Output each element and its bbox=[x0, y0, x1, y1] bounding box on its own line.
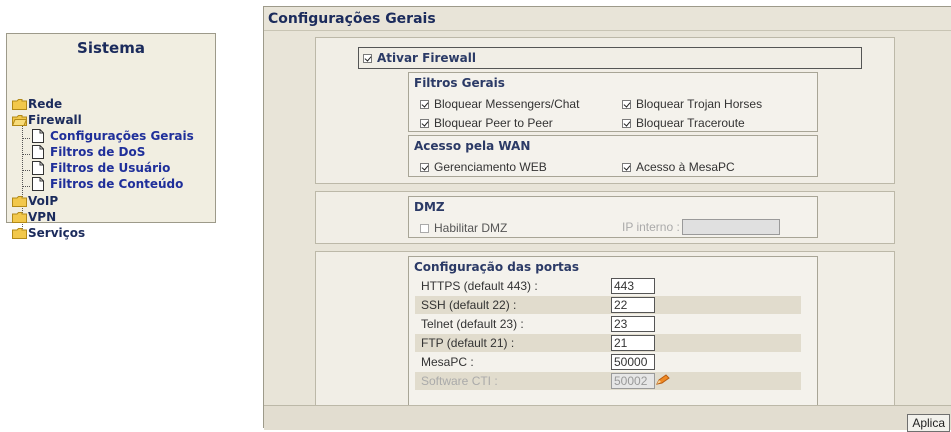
sidebar-item-label: VoIP bbox=[28, 194, 59, 208]
port-row-mesapc: MesaPC : bbox=[415, 353, 801, 371]
firewall-enable-box: Ativar Firewall bbox=[358, 47, 862, 69]
sidebar-item-label: Rede bbox=[28, 97, 63, 111]
sidebar-item-label: Filtros de Conteúdo bbox=[50, 177, 184, 191]
port-row-https: HTTPS (default 443) : bbox=[415, 277, 801, 295]
sidebar-item-configuracoes-gerais[interactable]: Configurações Gerais bbox=[32, 128, 194, 144]
sidebar: Sistema Rede Firewall Configurações Gera… bbox=[6, 33, 216, 240]
sidebar-item-label: Serviços bbox=[28, 226, 86, 240]
habilitar-dmz-checkbox[interactable] bbox=[420, 223, 429, 233]
ip-interno-field: IP interno : bbox=[622, 219, 780, 235]
ssh-port-input[interactable] bbox=[611, 297, 655, 313]
bloquear-p2p-option[interactable]: Bloquear Peer to Peer bbox=[420, 116, 553, 130]
port-label: MesaPC : bbox=[421, 355, 474, 369]
bloquear-messengers-checkbox[interactable] bbox=[420, 99, 429, 109]
enable-firewall-option[interactable]: Ativar Firewall bbox=[363, 51, 476, 65]
port-label: Telnet (default 23) : bbox=[421, 317, 524, 331]
bloquear-traceroute-checkbox[interactable] bbox=[622, 118, 631, 128]
ftp-port-input[interactable] bbox=[611, 335, 655, 351]
dmz-card: DMZ Habilitar DMZ IP interno : bbox=[315, 191, 895, 244]
bloquear-trojan-option[interactable]: Bloquear Trojan Horses bbox=[622, 97, 762, 111]
mesapc-port-input[interactable] bbox=[611, 354, 655, 370]
sidebar-item-firewall[interactable]: Firewall bbox=[12, 112, 82, 128]
port-label: HTTPS (default 443) : bbox=[421, 279, 538, 293]
apply-button[interactable]: Aplica bbox=[907, 414, 950, 432]
firewall-card: Ativar Firewall Filtros Gerais Bloquear … bbox=[315, 37, 895, 184]
port-row-ftp: FTP (default 21) : bbox=[415, 334, 801, 352]
acesso-mesapc-checkbox[interactable] bbox=[622, 162, 631, 172]
tree-branch bbox=[22, 170, 30, 171]
page-icon bbox=[32, 129, 44, 143]
option-label: Habilitar DMZ bbox=[434, 221, 508, 235]
habilitar-dmz-option[interactable]: Habilitar DMZ bbox=[420, 221, 507, 235]
option-label: Acesso à MesaPC bbox=[636, 160, 735, 174]
port-label: FTP (default 21) : bbox=[421, 336, 515, 350]
title-divider bbox=[264, 30, 951, 31]
sidebar-item-label: Configurações Gerais bbox=[50, 129, 194, 143]
sidebar-item-filtros-dos[interactable]: Filtros de DoS bbox=[32, 144, 145, 160]
page-icon bbox=[32, 177, 44, 191]
option-label: Bloquear Messengers/Chat bbox=[434, 97, 580, 111]
software-cti-port-input[interactable] bbox=[611, 373, 655, 389]
sidebar-item-label: VPN bbox=[28, 210, 57, 224]
bottom-bar: Aplica bbox=[264, 405, 951, 432]
folder-open-icon bbox=[12, 114, 27, 126]
page-icon bbox=[32, 161, 44, 175]
option-label: Bloquear Traceroute bbox=[636, 116, 745, 130]
bloquear-trojan-checkbox[interactable] bbox=[622, 99, 631, 109]
ip-interno-input[interactable] bbox=[681, 219, 780, 235]
folder-icon bbox=[12, 195, 27, 207]
ports-card: Configuração das portas HTTPS (default 4… bbox=[315, 251, 895, 412]
bloquear-p2p-checkbox[interactable] bbox=[420, 118, 429, 128]
filtros-gerais-legend: Filtros Gerais bbox=[414, 76, 505, 90]
telnet-port-input[interactable] bbox=[611, 316, 655, 332]
sidebar-item-label: Firewall bbox=[28, 113, 82, 127]
sidebar-item-filtros-usuario[interactable]: Filtros de Usuário bbox=[32, 160, 170, 176]
enable-firewall-checkbox[interactable] bbox=[363, 53, 372, 63]
folder-icon bbox=[12, 98, 27, 110]
sidebar-item-label: Filtros de Usuário bbox=[50, 161, 171, 175]
acesso-wan-legend: Acesso pela WAN bbox=[414, 139, 531, 153]
sidebar-item-servicos[interactable]: Serviços bbox=[12, 225, 85, 241]
enable-firewall-label: Ativar Firewall bbox=[377, 51, 476, 65]
gerenciamento-web-checkbox[interactable] bbox=[420, 162, 429, 172]
sidebar-item-vpn[interactable]: VPN bbox=[12, 209, 56, 225]
page-title: Configurações Gerais bbox=[268, 11, 436, 27]
option-label: Bloquear Peer to Peer bbox=[434, 116, 553, 130]
sidebar-item-rede[interactable]: Rede bbox=[12, 96, 62, 112]
page-icon bbox=[32, 145, 44, 159]
ports-fieldset: Configuração das portas HTTPS (default 4… bbox=[408, 256, 818, 406]
option-label: Bloquear Trojan Horses bbox=[636, 97, 763, 111]
port-row-telnet: Telnet (default 23) : bbox=[415, 315, 801, 333]
folder-icon bbox=[12, 211, 27, 223]
tree-branch bbox=[22, 154, 30, 155]
edit-pencil-icon[interactable] bbox=[656, 373, 670, 389]
bloquear-messengers-option[interactable]: Bloquear Messengers/Chat bbox=[420, 97, 579, 111]
tree-branch bbox=[22, 186, 30, 187]
port-label: SSH (default 22) : bbox=[421, 298, 517, 312]
acesso-wan-fieldset: Acesso pela WAN Gerenciamento WEB Acesso… bbox=[408, 135, 818, 177]
folder-icon bbox=[12, 227, 27, 239]
port-label: Software CTI : bbox=[421, 374, 498, 388]
gerenciamento-web-option[interactable]: Gerenciamento WEB bbox=[420, 160, 547, 174]
https-port-input[interactable] bbox=[611, 278, 655, 294]
port-row-ssh: SSH (default 22) : bbox=[415, 296, 801, 314]
port-row-software-cti: Software CTI : bbox=[415, 372, 801, 390]
ip-interno-label: IP interno : bbox=[622, 220, 680, 234]
ports-legend: Configuração das portas bbox=[414, 260, 580, 274]
filtros-gerais-fieldset: Filtros Gerais Bloquear Messengers/Chat … bbox=[408, 72, 818, 132]
sidebar-item-voip[interactable]: VoIP bbox=[12, 193, 58, 209]
bloquear-traceroute-option[interactable]: Bloquear Traceroute bbox=[622, 116, 745, 130]
main-panel: Configurações Gerais Ativar Firewall Fil… bbox=[263, 6, 951, 432]
dmz-legend: DMZ bbox=[414, 200, 445, 214]
acesso-mesapc-option[interactable]: Acesso à MesaPC bbox=[622, 160, 735, 174]
tree-branch bbox=[22, 138, 30, 139]
sidebar-item-filtros-conteudo[interactable]: Filtros de Conteúdo bbox=[32, 176, 183, 192]
sidebar-title: Sistema bbox=[77, 39, 145, 57]
dmz-fieldset: DMZ Habilitar DMZ IP interno : bbox=[408, 196, 818, 238]
sidebar-item-label: Filtros de DoS bbox=[50, 145, 146, 159]
option-label: Gerenciamento WEB bbox=[434, 160, 547, 174]
